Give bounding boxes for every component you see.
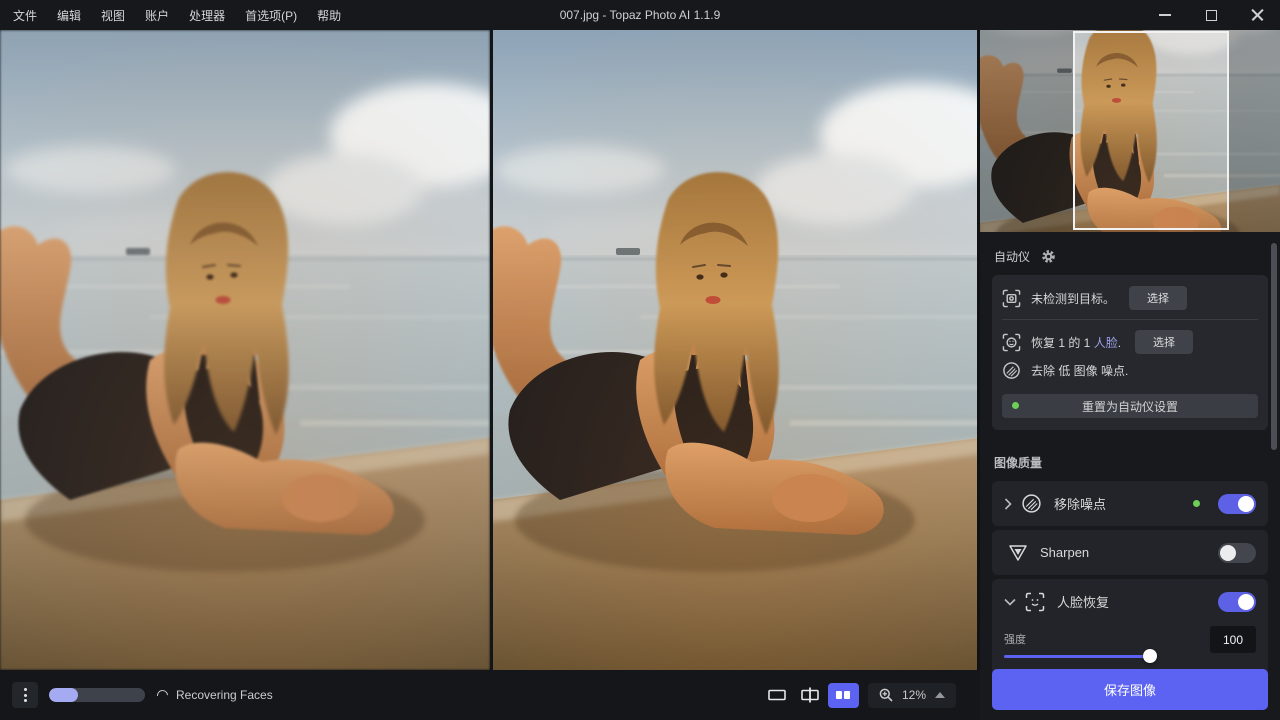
window-controls: [1142, 0, 1280, 30]
save-image-button[interactable]: 保存图像: [992, 669, 1268, 710]
subject-detect-icon: [1002, 289, 1021, 308]
image-quality-header: 图像质量: [994, 454, 1266, 471]
noise-icon: [1002, 361, 1021, 380]
face-detect-icon: [1002, 333, 1021, 352]
side-by-side-view-button[interactable]: [828, 683, 859, 708]
gear-icon[interactable]: [1041, 249, 1056, 264]
titlebar: 文件 编辑 视图 账户 处理器 首选项(P) 帮助 007.jpg - Topa…: [0, 0, 1280, 30]
reset-autopilot-button[interactable]: 重置为自动仪设置: [1002, 394, 1258, 418]
zoom-level-value: 12%: [902, 688, 926, 702]
menu-processor[interactable]: 处理器: [179, 0, 235, 30]
subject-select-button[interactable]: 选择: [1129, 286, 1187, 310]
sharpen-card[interactable]: Sharpen: [992, 530, 1268, 575]
noise-status-text: 去除 低 图像 噪点.: [1031, 362, 1128, 379]
menu-view[interactable]: 视图: [91, 0, 135, 30]
strength-slider-knob[interactable]: [1143, 649, 1157, 663]
chevron-right-icon[interactable]: [1004, 498, 1012, 510]
menu-bar: 文件 编辑 视图 账户 处理器 首选项(P) 帮助: [0, 0, 351, 30]
denoise-icon: [1021, 493, 1042, 514]
app-window: 文件 编辑 视图 账户 处理器 首选项(P) 帮助 007.jpg - Topa…: [0, 0, 1280, 720]
face-recovery-label: 人脸恢复: [1057, 592, 1109, 611]
sharpen-icon: [1008, 544, 1028, 562]
progress-bar: [49, 688, 145, 702]
close-button[interactable]: [1234, 0, 1280, 30]
minimize-button[interactable]: [1142, 0, 1188, 30]
autopilot-panel: 未检测到目标。 选择 恢复 1 的 1: [992, 275, 1268, 430]
zoom-dropdown-arrow-icon: [935, 692, 945, 698]
subject-status-text: 未检测到目标。: [1031, 290, 1115, 307]
sidebar-scrollbar[interactable]: [1271, 243, 1277, 450]
after-image-pane[interactable]: [490, 30, 977, 670]
chevron-down-icon[interactable]: [1004, 598, 1016, 606]
denoise-card[interactable]: 移除噪点: [992, 481, 1268, 526]
right-sidebar: 自动仪: [980, 30, 1280, 720]
menu-edit[interactable]: 编辑: [47, 0, 91, 30]
denoise-auto-dot: [1193, 500, 1200, 507]
close-icon: [1251, 9, 1264, 22]
single-view-icon: [768, 689, 786, 701]
maximize-button[interactable]: [1188, 0, 1234, 30]
progress-status-text: Recovering Faces: [176, 688, 273, 702]
strength-label: 强度: [1004, 626, 1210, 647]
face-recovery-toggle[interactable]: [1218, 592, 1256, 612]
strength-value-box[interactable]: 100: [1210, 626, 1256, 653]
strength-slider[interactable]: [1004, 649, 1154, 663]
side-by-side-view-icon: [835, 690, 851, 700]
navigation-thumbnail[interactable]: [980, 30, 1280, 232]
denoise-toggle[interactable]: [1218, 494, 1256, 514]
comparison-canvas: [0, 30, 980, 670]
split-view-button[interactable]: [795, 683, 826, 708]
menu-file[interactable]: 文件: [3, 0, 47, 30]
autopilot-title: 自动仪: [994, 248, 1030, 265]
spinner-icon: [155, 687, 170, 702]
menu-help[interactable]: 帮助: [307, 0, 351, 30]
overflow-menu-button[interactable]: [12, 682, 38, 708]
split-view-icon: [801, 687, 819, 703]
single-view-button[interactable]: [762, 683, 793, 708]
autopilot-status-dot: [1012, 402, 1019, 409]
menu-account[interactable]: 账户: [135, 0, 179, 30]
before-image-pane[interactable]: [0, 30, 490, 670]
divider: [1002, 319, 1258, 320]
window-title: 007.jpg - Topaz Photo AI 1.1.9: [560, 8, 721, 22]
progress-fill: [49, 688, 78, 702]
zoom-control[interactable]: 12%: [868, 683, 956, 708]
viewport-rectangle[interactable]: [1073, 31, 1229, 230]
face-status-text: 恢复 1 的 1 人脸.: [1031, 334, 1121, 351]
zoom-magnifier-icon: [879, 688, 893, 702]
face-select-button[interactable]: 选择: [1135, 330, 1193, 354]
sidebar-content: 自动仪: [980, 232, 1280, 720]
face-recovery-icon: [1025, 592, 1045, 612]
maximize-icon: [1206, 10, 1217, 21]
menu-preferences[interactable]: 首选项(P): [235, 0, 307, 30]
denoise-label: 移除噪点: [1054, 494, 1106, 513]
face-count-link[interactable]: 人脸: [1094, 336, 1118, 350]
status-bar: Recovering Faces: [0, 670, 980, 720]
minimize-icon: [1159, 14, 1171, 16]
sharpen-label: Sharpen: [1040, 545, 1089, 560]
sharpen-toggle[interactable]: [1218, 543, 1256, 563]
